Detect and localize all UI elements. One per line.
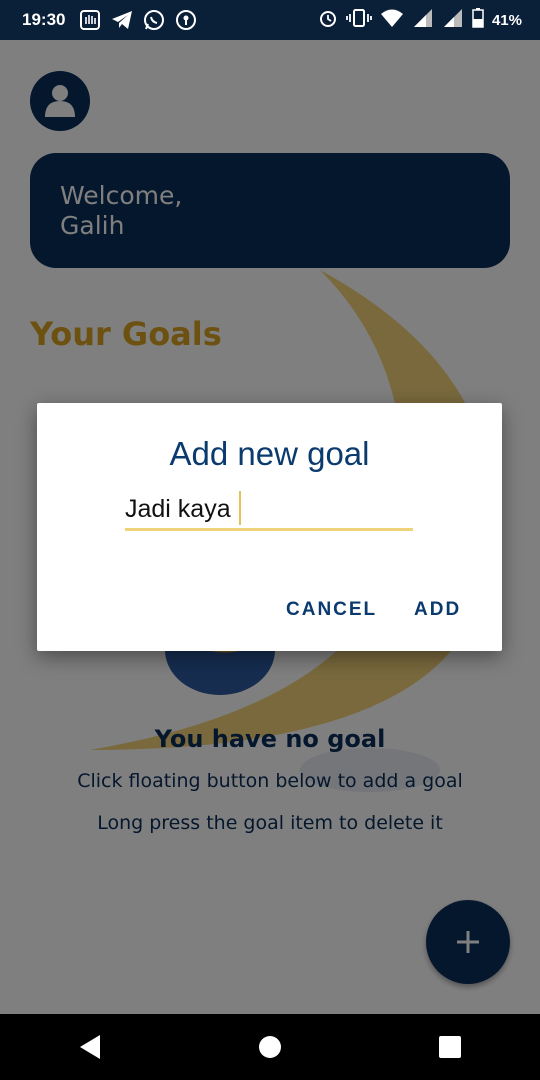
cancel-button[interactable]: CANCEL [286,599,377,621]
add-goal-dialog: Add new goal CANCEL ADD [37,403,502,651]
home-icon[interactable] [240,1017,300,1077]
battery-icon [472,8,484,32]
goal-input[interactable] [125,491,413,531]
alarm-icon [318,8,338,32]
whatsapp-icon [143,9,165,31]
battery-percent: 41% [491,11,522,29]
signal-icon [442,8,464,32]
status-time: 19:30 [22,10,66,29]
keyhole-icon [175,9,197,31]
status-bar: 19:30 41% [0,0,540,40]
recents-icon[interactable] [420,1017,480,1077]
navigation-bar [0,1014,540,1080]
wifi-icon [380,8,404,32]
text-cursor [239,491,241,525]
back-icon[interactable] [60,1017,120,1077]
vibrate-icon [346,8,372,32]
telegram-icon [111,10,133,30]
status-right: 41% [318,8,522,32]
dialog-title: Add new goal [169,435,370,472]
signal-icon [412,8,434,32]
add-button[interactable]: ADD [414,599,461,621]
hand-app-icon [79,9,101,31]
